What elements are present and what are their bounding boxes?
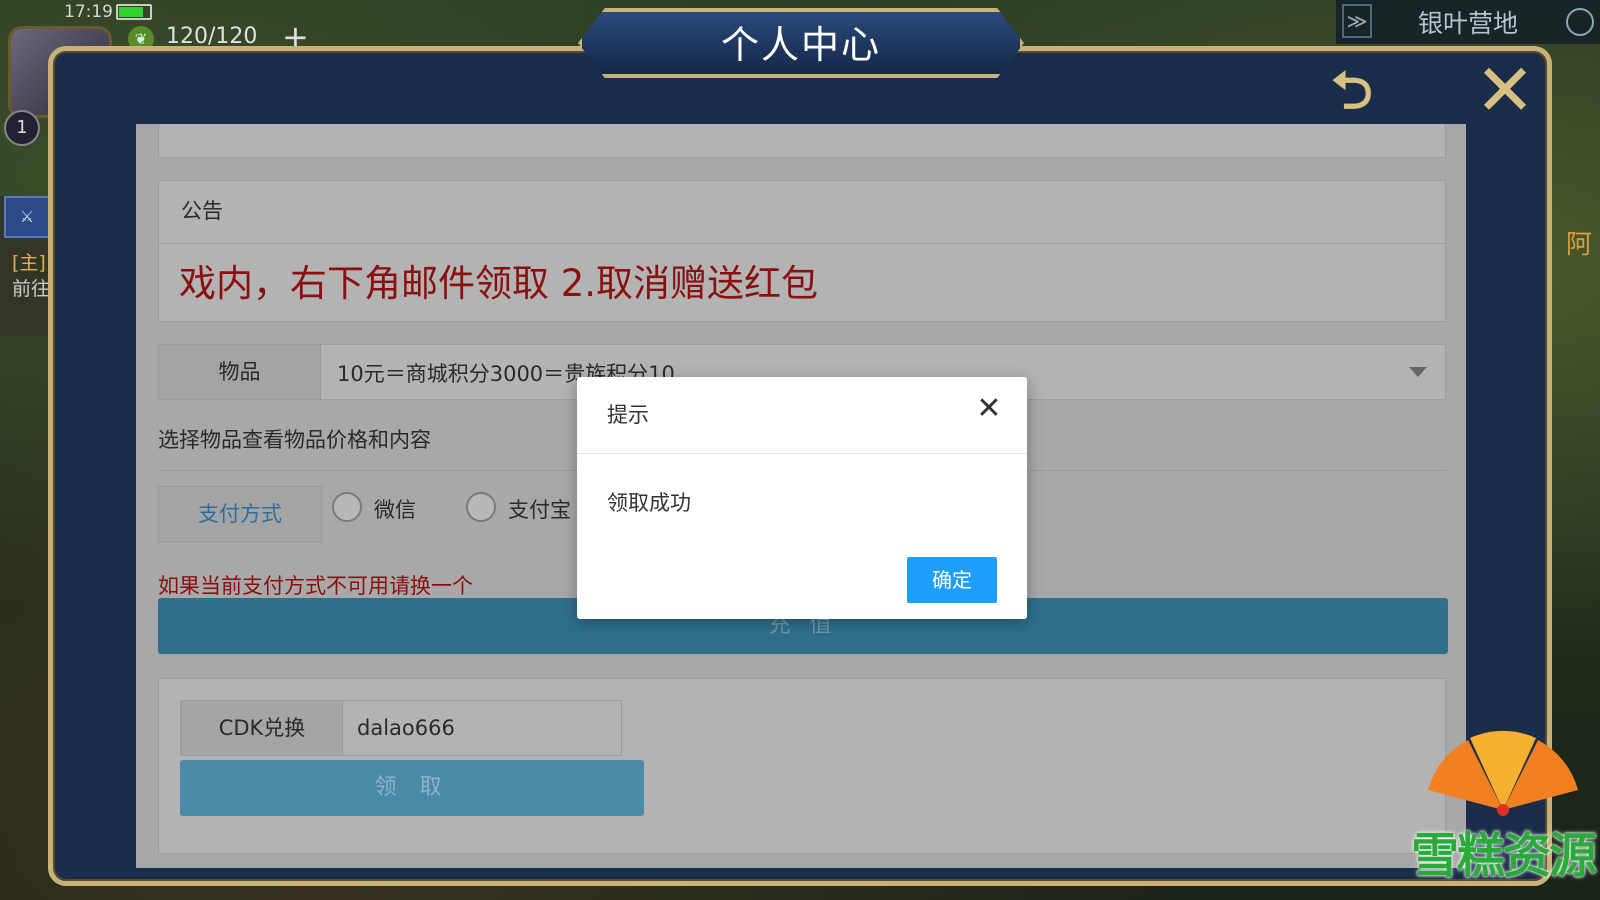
battery-icon (116, 4, 152, 20)
clock: 17:19 (64, 2, 113, 22)
page-title: 个人中心 (720, 23, 881, 67)
close-icon[interactable]: ✕ (1470, 54, 1540, 126)
item-hint: 选择物品查看物品价格和内容 (158, 428, 431, 452)
quest-tag: [主] (12, 252, 46, 274)
success-dialog: 提示 ✕ 领取成功 确定 (577, 377, 1027, 619)
battery-fill (119, 7, 143, 17)
location-name: 银叶营地 (1418, 9, 1519, 38)
radio-alipay[interactable] (466, 492, 496, 522)
dialog-close-icon[interactable]: ✕ (973, 393, 1005, 425)
radio-wechat[interactable] (332, 492, 362, 522)
dialog-ok-button[interactable]: 确定 (907, 557, 997, 603)
notice-card: 公告 戏内，右下角邮件领取 2.取消赠送红包 (158, 180, 1446, 322)
notice-heading: 公告 (181, 199, 223, 223)
player-level-badge: 1 (4, 110, 40, 146)
radio-wechat-label[interactable]: 微信 (374, 494, 416, 524)
expand-arrow-icon[interactable]: ≫ (1342, 4, 1372, 38)
payment-method-label: 支付方式 (158, 486, 322, 542)
npc-name-fragment: 阿 (1566, 230, 1593, 260)
cdk-input[interactable]: dalao666 (342, 700, 622, 756)
top-card (158, 124, 1446, 158)
payment-warning: 如果当前支付方式不可用请换一个 (158, 574, 473, 598)
dialog-message: 领取成功 (607, 491, 691, 515)
chevron-down-icon[interactable] (1409, 367, 1427, 377)
search-icon[interactable] (1566, 8, 1594, 36)
watermark-text: 雪糕资源 (1410, 828, 1597, 884)
claim-button[interactable]: 领 取 (180, 760, 644, 816)
item-label: 物品 (159, 345, 321, 399)
back-arrow-icon[interactable]: ⮌ (1306, 60, 1398, 122)
quest-go-label[interactable]: 前往 (12, 274, 50, 301)
dialog-divider (577, 453, 1027, 454)
sword-icon: ⚔ (4, 196, 50, 238)
notice-divider (159, 243, 1445, 244)
notice-marquee: 戏内，右下角邮件领取 2.取消赠送红包 (179, 262, 819, 305)
radio-alipay-label[interactable]: 支付宝 (508, 494, 571, 524)
dialog-title: 提示 (607, 403, 649, 427)
cdk-label: CDK兑换 (180, 700, 344, 756)
